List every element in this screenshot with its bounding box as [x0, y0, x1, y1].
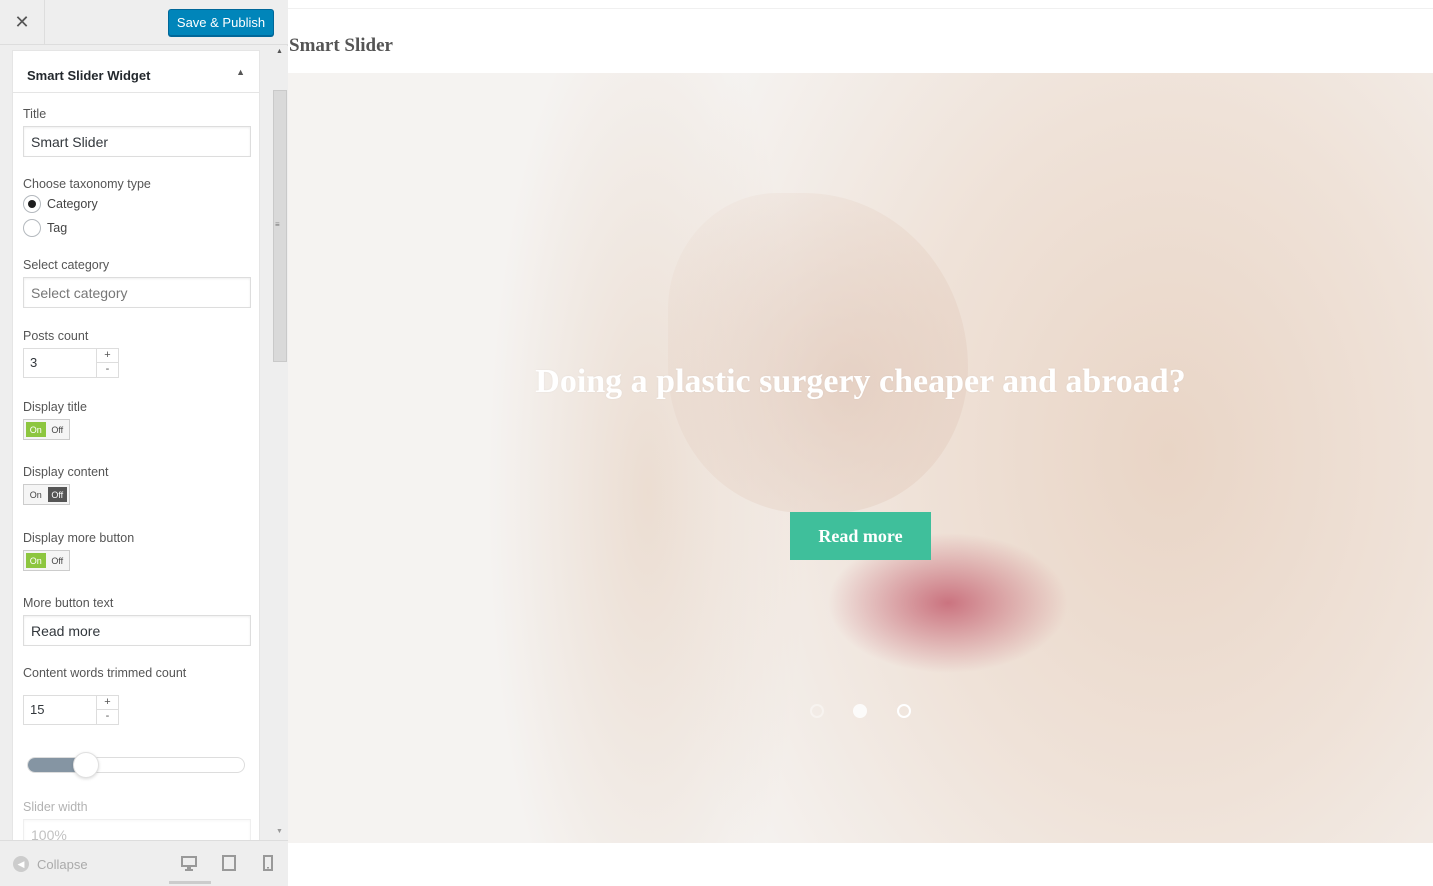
more-text-input[interactable]: Read more [23, 615, 251, 646]
scroll-up-icon[interactable]: ▲ [276, 48, 283, 55]
slide-image [668, 193, 968, 513]
posts-count-value[interactable]: 3 [30, 355, 37, 370]
desktop-icon[interactable] [180, 854, 198, 872]
slider-dot-3[interactable] [897, 704, 911, 718]
smart-slider-widget: Smart Slider Widget ▲ Title Smart Slider… [12, 50, 260, 840]
display-title-label: Display title [23, 400, 87, 414]
category-label: Select category [23, 258, 110, 272]
grip-icon: ≡ [275, 220, 280, 229]
toggle-off[interactable]: Off [47, 487, 67, 502]
panel-scrollbar[interactable]: ▲ ≡ ▼ [272, 46, 288, 840]
more-text-label: More button text [23, 596, 114, 610]
slider-handle[interactable] [73, 752, 100, 778]
decrement-button[interactable]: - [97, 363, 118, 377]
trim-count-label: Content words trimmed count [23, 666, 187, 680]
widget-panel: Smart Slider Widget ▲ Title Smart Slider… [0, 46, 288, 840]
increment-button[interactable]: + [97, 349, 118, 363]
posts-count-stepper[interactable]: 3 + - [23, 348, 119, 378]
save-publish-button[interactable]: Save & Publish [168, 9, 274, 36]
site-preview: Smart Slider Doing a plastic surgery che… [288, 0, 1433, 886]
slider-width-label: Slider width [23, 800, 88, 814]
widget-header[interactable]: Smart Slider Widget ▲ [13, 51, 259, 93]
widget-heading: Smart Slider [289, 35, 393, 56]
radio-tag[interactable] [23, 219, 41, 237]
mobile-icon[interactable] [259, 854, 277, 872]
toggle-on[interactable]: On [26, 487, 46, 502]
display-more-toggle[interactable]: On Off [23, 550, 70, 571]
display-more-label: Display more button [23, 531, 135, 545]
close-icon: ✕ [14, 12, 30, 32]
scroll-down-icon[interactable]: ▼ [276, 828, 283, 835]
decrement-button[interactable]: - [97, 710, 118, 724]
category-select[interactable]: Select category [23, 277, 251, 308]
slider-width-input[interactable]: 100% [23, 819, 251, 840]
title-label: Title [23, 107, 47, 121]
customizer-footer: ◀ Collapse [0, 840, 288, 886]
trim-range-slider[interactable] [27, 752, 245, 778]
slider-dot-2[interactable] [853, 704, 867, 718]
taxonomy-option-category[interactable]: Category [23, 195, 98, 213]
display-title-toggle[interactable]: On Off [23, 419, 70, 440]
toggle-on[interactable]: On [26, 553, 46, 568]
close-button[interactable]: ✕ [0, 0, 45, 45]
customizer-sidebar: ✕ Save & Publish Smart Slider Widget ▲ T… [0, 0, 288, 886]
taxonomy-label: Choose taxonomy type [23, 177, 151, 191]
title-input[interactable]: Smart Slider [23, 126, 251, 157]
radio-category-label: Category [47, 197, 98, 211]
collapse-label: Collapse [37, 856, 88, 872]
trim-count-value[interactable]: 15 [30, 702, 44, 717]
display-content-toggle[interactable]: On Off [23, 484, 70, 505]
display-content-label: Display content [23, 465, 109, 479]
radio-tag-label: Tag [47, 221, 68, 235]
tablet-icon[interactable] [220, 854, 238, 872]
divider [288, 8, 1433, 9]
customizer-header: ✕ Save & Publish [0, 0, 288, 45]
collapse-button[interactable]: ◀ Collapse [13, 856, 88, 872]
read-more-button[interactable]: Read more [790, 512, 931, 560]
active-device-indicator [169, 881, 211, 884]
hero-slider[interactable]: Doing a plastic surgery cheaper and abro… [288, 73, 1433, 843]
trim-count-stepper[interactable]: 15 + - [23, 695, 119, 725]
toggle-off[interactable]: Off [48, 553, 68, 568]
radio-category[interactable] [23, 195, 41, 213]
increment-button[interactable]: + [97, 696, 118, 710]
collapse-arrow-icon[interactable]: ▲ [236, 67, 245, 77]
slider-dot-1[interactable] [810, 704, 824, 718]
taxonomy-option-tag[interactable]: Tag [23, 219, 67, 237]
widget-title: Smart Slider Widget [27, 68, 151, 83]
collapse-arrow-icon: ◀ [13, 856, 29, 872]
toggle-on[interactable]: On [26, 422, 46, 437]
posts-count-label: Posts count [23, 329, 89, 343]
toggle-off[interactable]: Off [48, 422, 68, 437]
slide-heading: Doing a plastic surgery cheaper and abro… [535, 363, 1186, 400]
